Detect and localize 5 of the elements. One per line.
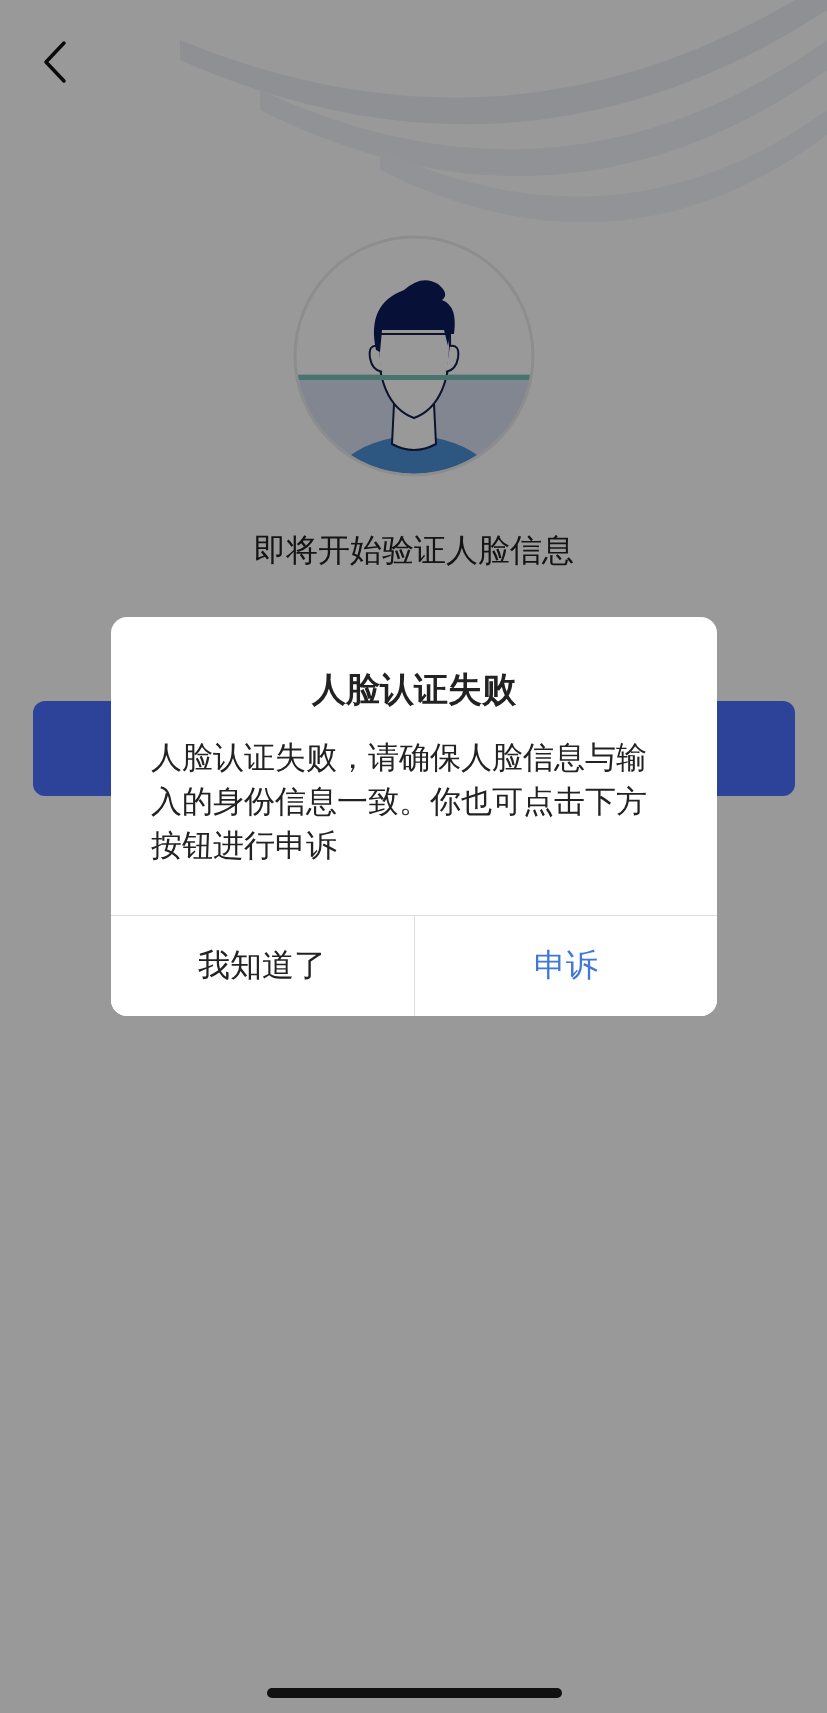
back-button[interactable] [42, 40, 68, 84]
dialog-button[interactable]: 申诉 [413, 916, 717, 1016]
dialog-message: 人脸认证失败，请确保人脸信息与输入的身份信息一致。你也可点击下方按钮进行申诉 [151, 738, 648, 865]
page-title: 即将开始验证人脸信息 [253, 530, 574, 570]
dialog-title: 人脸认证失败 [311, 668, 517, 711]
